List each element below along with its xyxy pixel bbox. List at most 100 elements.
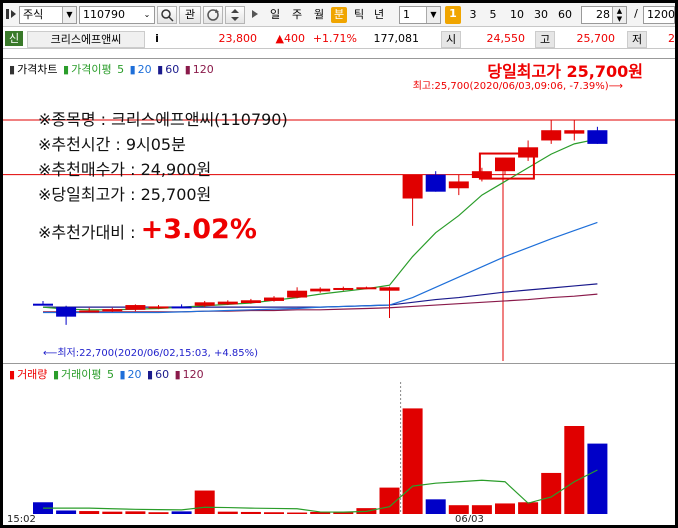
- minute-60-button[interactable]: 60: [554, 7, 576, 23]
- candle-body: [495, 157, 515, 172]
- minute-1-button[interactable]: 1: [445, 6, 461, 24]
- code-input[interactable]: 110790 ⌄: [79, 6, 155, 24]
- day-high-title: 당일최고가 25,700원: [487, 62, 643, 81]
- candle-body: [264, 297, 284, 301]
- current-price: 23,800: [218, 32, 258, 45]
- volume-bar: [448, 505, 469, 514]
- candle-body: [217, 301, 238, 305]
- market-select[interactable]: 주식 ▼: [19, 6, 77, 24]
- info-buy-price: ※추천매수가 : 24,900원: [38, 160, 212, 179]
- volume-bar: [217, 511, 238, 514]
- info-compare-pct: +3.02%: [140, 214, 257, 245]
- chart-window: 주식 ▼ 110790 ⌄ 관 일 주 월 분 틱 년 1 ▼ 1 3 5 10…: [3, 3, 675, 525]
- volume-bar: [56, 510, 77, 514]
- volume-chart-pane[interactable]: ▮ 거래량 ▮ 거래이평 5 ▮ 20 ▮ 60 ▮ 120 15:02 06/03: [3, 363, 675, 522]
- unit-select[interactable]: 1 ▼: [399, 6, 441, 24]
- period-year[interactable]: 년: [371, 7, 387, 23]
- refresh-button[interactable]: [203, 6, 223, 24]
- volume-bar: [425, 499, 446, 514]
- info-rec-time: ※추천시간 : 9시05분: [38, 135, 186, 154]
- candle-body: [448, 181, 469, 189]
- candle-body: [125, 305, 146, 310]
- info-stock-name: ※종목명 : 크리스에프앤씨(110790): [38, 110, 288, 129]
- price-change-pct: +1.71%: [312, 32, 357, 45]
- volume-bar: [402, 408, 423, 514]
- x-axis-label-day: 06/03: [455, 514, 484, 522]
- updown-button[interactable]: [225, 6, 245, 24]
- low-price: 2: [668, 32, 675, 45]
- low-marker: ⟵최저:22,700(2020/06/02,15:03, +4.85%): [43, 347, 258, 359]
- period-day[interactable]: 일: [267, 7, 283, 23]
- candle-body: [564, 130, 585, 134]
- period-minute[interactable]: 분: [331, 7, 347, 23]
- candle-body: [148, 306, 169, 309]
- low-label: 저: [627, 31, 647, 48]
- stepper-arrows-icon[interactable]: ▲ ▼: [612, 7, 626, 23]
- candle-body: [102, 309, 123, 312]
- credit-tag: 신: [5, 31, 23, 46]
- volume-value: 177,081: [373, 32, 420, 45]
- quote-bar: 신 크리스에프앤씨 i 23,800 ▲400 +1.71% 177,081 시…: [3, 28, 675, 49]
- candle-body: [471, 171, 492, 179]
- volume-bar: [287, 512, 308, 514]
- chevron-down-icon[interactable]: ▼: [426, 7, 440, 23]
- panel-toggle-icon[interactable]: [5, 6, 17, 24]
- toolbar: 주식 ▼ 110790 ⌄ 관 일 주 월 분 틱 년 1 ▼ 1 3 5 10…: [3, 3, 675, 27]
- candle-body: [425, 174, 446, 192]
- high-label: 고: [535, 31, 555, 48]
- high-marker: 최고:25,700(2020/06/03,09:06, -7.39%)⟶: [413, 80, 623, 92]
- candle-body: [194, 302, 215, 306]
- count-separator: /: [634, 7, 638, 20]
- recommendation-box: ※종목명 : 크리스에프앤씨(110790) ※추천시간 : 9시05분 ※추천…: [38, 106, 288, 245]
- volume-bar: [264, 512, 284, 514]
- volume-bar: [240, 511, 261, 514]
- candle-body: [33, 303, 53, 306]
- info-icon[interactable]: i: [149, 31, 165, 46]
- candle-body: [310, 288, 331, 292]
- candle-body: [541, 130, 562, 141]
- volume-bar: [79, 511, 100, 514]
- period-week[interactable]: 주: [289, 7, 305, 23]
- minute-30-button[interactable]: 30: [530, 7, 552, 23]
- toolbar-separator: [249, 6, 261, 24]
- minute-5-button[interactable]: 5: [485, 7, 501, 23]
- info-compare: ※추천가대비 : +3.02%: [38, 214, 288, 245]
- period-tick[interactable]: 틱: [351, 7, 367, 23]
- count-value: 28: [596, 8, 610, 21]
- search-button[interactable]: [157, 6, 177, 24]
- candle-body: [333, 287, 354, 290]
- volume-bar: [518, 502, 539, 514]
- refresh-icon: [207, 9, 219, 21]
- minute-3-button[interactable]: 3: [465, 7, 481, 23]
- market-select-value: 주식: [23, 8, 44, 21]
- candle-body: [587, 130, 608, 144]
- minute-10-button[interactable]: 10: [506, 7, 528, 23]
- unit-select-value: 1: [403, 8, 410, 21]
- candle-body: [518, 147, 539, 158]
- price-change: ▲400: [275, 32, 305, 45]
- volume-chart-svg: 15:02 06/03: [7, 382, 608, 522]
- volume-bar: [471, 505, 492, 514]
- chevron-down-icon[interactable]: ⌄: [140, 7, 154, 23]
- high-price: 25,700: [576, 32, 616, 45]
- open-price: 24,550: [486, 32, 526, 45]
- total-count-field[interactable]: 1200: [643, 6, 675, 24]
- period-month[interactable]: 월: [311, 7, 327, 23]
- code-input-value: 110790: [83, 8, 125, 21]
- volume-bar: [125, 511, 146, 514]
- volume-bar: [587, 443, 608, 514]
- stock-name: 크리스에프앤씨: [27, 31, 145, 48]
- candle-body: [240, 300, 261, 303]
- volume-bar: [541, 472, 562, 514]
- magnifier-icon: [161, 9, 174, 22]
- count-stepper[interactable]: 28 ▲ ▼: [581, 6, 627, 24]
- chevron-down-icon[interactable]: ▼: [62, 7, 76, 23]
- volume-bar: [148, 512, 169, 514]
- candle-body: [79, 310, 100, 313]
- favorite-button[interactable]: 관: [179, 6, 201, 24]
- up-down-arrows-icon: [231, 9, 239, 21]
- info-day-high: ※당일최고가 : 25,700원: [38, 185, 212, 204]
- candle-body: [402, 174, 423, 199]
- price-chart-pane[interactable]: ▮ 가격차트 ▮ 가격이평 5 ▮ 20 ▮ 60 ▮ 120 당일최고가 25,700원…: [3, 58, 675, 361]
- volume-bar: [102, 511, 123, 514]
